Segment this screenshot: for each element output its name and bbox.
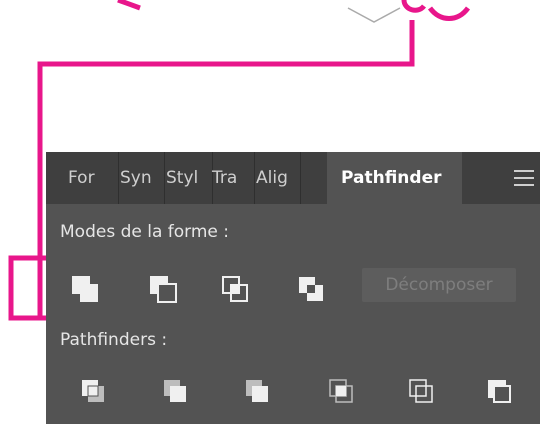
pathfinders-title: Pathfinders : — [60, 330, 168, 350]
intersect-button[interactable] — [218, 272, 252, 306]
panel-tab-bar: For Syn Styl Tra Alig Pathfinder — [46, 152, 540, 204]
unite-icon — [72, 276, 98, 302]
unite-button[interactable] — [68, 272, 102, 306]
callout-top-stroke — [117, 0, 141, 11]
merge-icon — [246, 380, 268, 402]
minus-back-icon — [488, 380, 511, 403]
expand-button[interactable]: Décomposer — [362, 268, 516, 302]
exclude-button[interactable] — [294, 272, 328, 306]
crop-button[interactable] — [324, 374, 358, 408]
exclude-icon — [299, 277, 323, 301]
outline-icon — [409, 379, 433, 403]
crop-icon — [329, 379, 353, 403]
intersect-icon — [222, 276, 248, 302]
pathfinder-panel: For Syn Styl Tra Alig Pathfinder Modes d… — [46, 152, 540, 424]
divide-icon — [82, 380, 104, 402]
callout-circle-fragment — [401, 0, 426, 13]
trim-button[interactable] — [158, 374, 192, 408]
minus-front-button[interactable] — [146, 272, 180, 306]
callout-hexagon-outline — [347, 7, 401, 23]
tab-pathfinder[interactable]: Pathfinder — [327, 152, 462, 204]
divide-button[interactable] — [76, 374, 110, 408]
callout-circle-fragment — [427, 6, 471, 21]
shape-modes-title: Modes de la forme : — [60, 222, 230, 242]
hamburger-menu-icon[interactable] — [512, 166, 536, 190]
tab-align[interactable]: Alig — [246, 152, 301, 204]
trim-icon — [164, 380, 186, 402]
minus-front-icon — [150, 276, 177, 303]
minus-back-button[interactable] — [482, 374, 516, 408]
merge-button[interactable] — [240, 374, 274, 408]
outline-button[interactable] — [404, 374, 438, 408]
